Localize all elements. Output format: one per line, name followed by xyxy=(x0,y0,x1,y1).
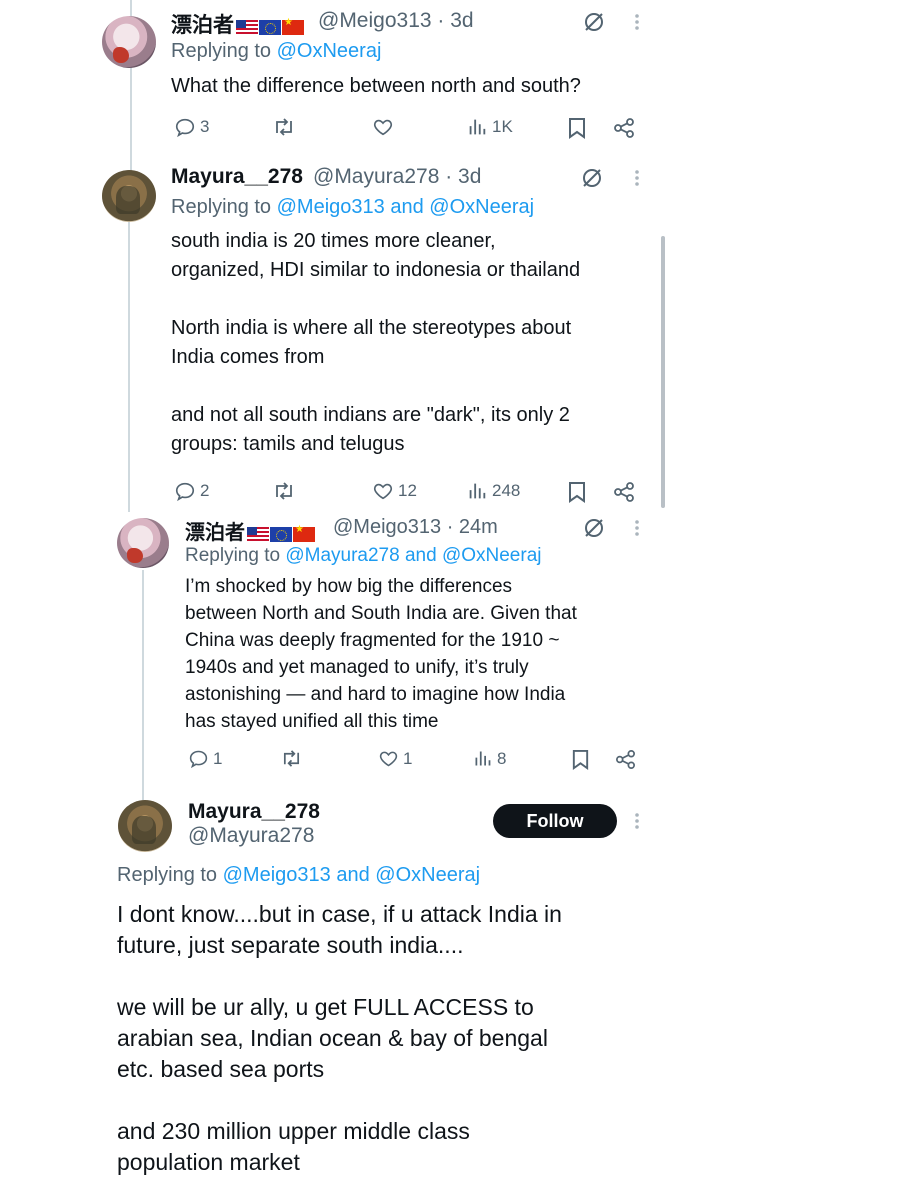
like-icon xyxy=(373,119,393,136)
replying-to: Replying to @OxNeeraj xyxy=(171,40,382,62)
views-button[interactable]: 1K xyxy=(466,116,513,138)
like-button[interactable]: 12 xyxy=(372,480,417,502)
bookmark-icon[interactable] xyxy=(566,480,588,504)
follow-button[interactable]: Follow xyxy=(493,804,617,838)
retweet-icon xyxy=(276,118,292,136)
scrollbar[interactable] xyxy=(661,236,665,508)
tweet-text: What the difference between north and so… xyxy=(171,75,581,97)
tweet-text: I’m shocked by how big the differences b… xyxy=(185,576,577,732)
grok-icon[interactable] xyxy=(582,516,606,540)
flag-cn-icon xyxy=(282,17,304,35)
grok-icon[interactable] xyxy=(580,166,604,190)
handle-time[interactable]: @Meigo313 · 24m xyxy=(333,516,498,539)
handle-time[interactable]: @Mayura278 · 3d xyxy=(313,165,481,189)
like-icon xyxy=(379,751,398,767)
reply-icon xyxy=(175,118,195,138)
retweet-button[interactable] xyxy=(272,480,300,502)
reply-button[interactable]: 1 xyxy=(188,748,222,769)
share-icon[interactable] xyxy=(612,480,636,504)
bookmark-icon[interactable] xyxy=(566,116,588,140)
more-icon[interactable] xyxy=(633,166,641,190)
mention-link[interactable]: @Meigo313 xyxy=(277,196,385,218)
views-button[interactable]: 8 xyxy=(472,748,506,769)
share-icon[interactable] xyxy=(614,748,637,771)
flag-us-icon xyxy=(236,20,258,35)
thread-line xyxy=(142,570,144,800)
avatar[interactable] xyxy=(102,170,156,222)
like-button[interactable] xyxy=(372,116,398,138)
views-icon xyxy=(469,119,486,135)
reply-button[interactable]: 3 xyxy=(174,116,209,138)
flag-eu-icon xyxy=(270,527,292,542)
mention-link[interactable]: @Mayura278 xyxy=(285,545,399,566)
retweet-button[interactable] xyxy=(272,116,300,138)
tweet-author[interactable]: 漂泊者 xyxy=(185,516,316,548)
reply-button[interactable]: 2 xyxy=(174,480,209,502)
retweet-icon xyxy=(276,482,292,500)
grok-icon[interactable] xyxy=(582,10,606,34)
mention-link[interactable]: @OxNeeraj xyxy=(442,545,542,566)
like-button[interactable]: 1 xyxy=(378,748,412,769)
avatar[interactable] xyxy=(102,16,156,68)
share-icon[interactable] xyxy=(612,116,636,140)
display-name[interactable]: Mayura__278 xyxy=(188,800,320,824)
display-name[interactable]: Mayura__278 xyxy=(171,165,303,189)
more-icon[interactable] xyxy=(633,516,641,540)
avatar[interactable] xyxy=(118,800,172,852)
views-icon xyxy=(469,483,486,499)
mention-link[interactable]: @OxNeeraj xyxy=(375,864,480,886)
flag-badges xyxy=(236,17,305,41)
retweet-icon xyxy=(283,750,300,767)
more-icon[interactable] xyxy=(633,10,641,34)
display-name[interactable]: 漂泊者 xyxy=(185,522,245,544)
replying-to: Replying to @Meigo313 and @OxNeeraj xyxy=(117,864,481,886)
avatar[interactable] xyxy=(117,518,169,568)
tweet-text: I dont know....but in case, if u attack … xyxy=(117,901,562,1175)
reply-icon xyxy=(189,750,208,769)
views-button[interactable]: 248 xyxy=(466,480,520,502)
replying-to: Replying to @Meigo313 and @OxNeeraj xyxy=(171,196,535,218)
like-icon xyxy=(373,483,393,500)
flag-cn-icon xyxy=(293,524,315,542)
mention-link[interactable]: @Meigo313 xyxy=(223,864,331,886)
tweet-text: south india is 20 times more cleaner, or… xyxy=(171,230,581,455)
retweet-button[interactable] xyxy=(280,748,307,769)
tweet-author[interactable]: 漂泊者 xyxy=(171,9,305,41)
thread-line xyxy=(128,222,130,512)
handle-time[interactable]: @Meigo313 · 3d xyxy=(318,9,474,33)
bookmark-icon[interactable] xyxy=(570,748,591,771)
replying-to: Replying to @Mayura278 and @OxNeeraj xyxy=(185,545,542,566)
flag-eu-icon xyxy=(259,20,281,35)
flag-us-icon xyxy=(247,527,269,542)
display-name[interactable]: 漂泊者 xyxy=(171,14,234,37)
handle[interactable]: @Mayura278 xyxy=(188,824,314,848)
more-icon[interactable] xyxy=(633,809,641,833)
mention-link[interactable]: @OxNeeraj xyxy=(429,196,534,218)
reply-icon xyxy=(175,482,195,502)
views-icon xyxy=(475,751,491,766)
thread-line xyxy=(130,66,132,174)
mention-link[interactable]: @OxNeeraj xyxy=(277,40,382,62)
